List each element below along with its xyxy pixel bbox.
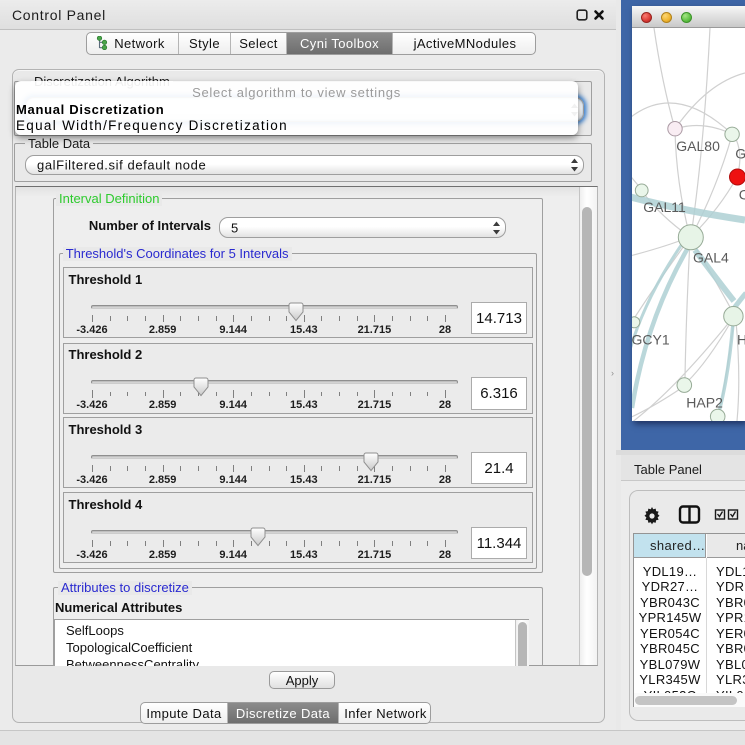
svg-text:HAP2: HAP2 xyxy=(686,395,723,411)
svg-text:GA: GA xyxy=(735,146,745,162)
svg-text:GCY1: GCY1 xyxy=(632,332,670,348)
svg-text:C: C xyxy=(739,187,745,203)
svg-text:GAL80: GAL80 xyxy=(676,138,720,154)
svg-text:GAL4: GAL4 xyxy=(693,250,729,266)
svg-text:H: H xyxy=(737,332,745,348)
svg-text:GAL11: GAL11 xyxy=(643,199,686,215)
